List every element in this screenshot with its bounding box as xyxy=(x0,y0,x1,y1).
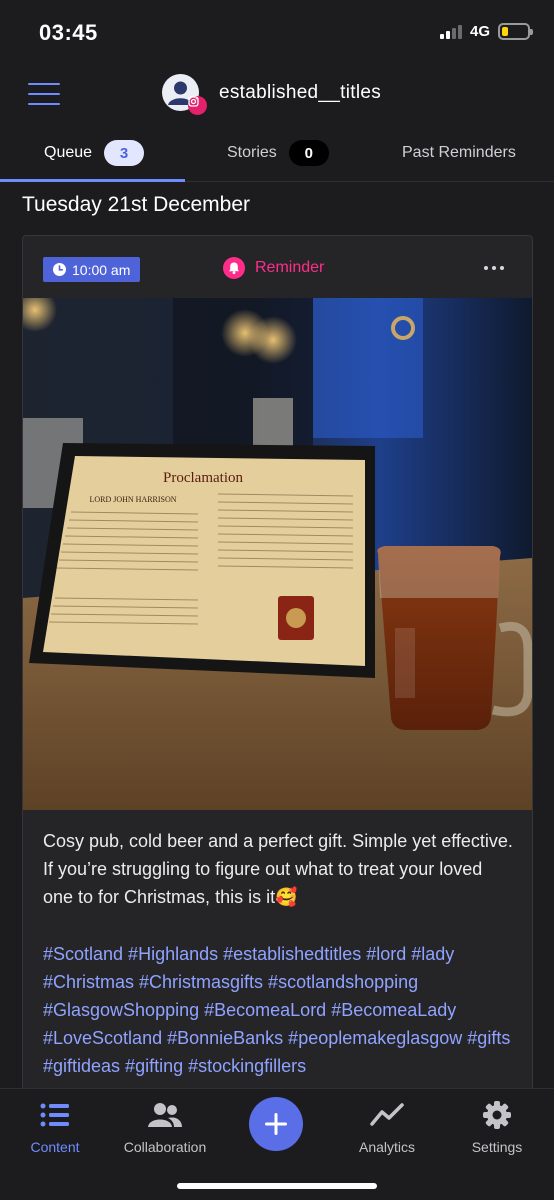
nav-content[interactable]: Content xyxy=(0,1101,110,1155)
network-label: 4G xyxy=(469,23,490,40)
content-tabs: Queue 3 Stories 0 Past Reminders xyxy=(0,124,554,182)
post-card-header: 10:00 am Reminder xyxy=(23,236,532,298)
app-header: established__titles xyxy=(0,64,554,124)
post-image[interactable]: Proclamation LORD JOHN HARRISON xyxy=(23,298,532,810)
hamburger-menu-icon[interactable] xyxy=(28,83,60,105)
post-card[interactable]: 10:00 am Reminder Proclamation LORD JOHN… xyxy=(22,235,533,1115)
nav-settings-label: Settings xyxy=(471,1139,523,1155)
more-options-icon[interactable] xyxy=(484,266,504,270)
tab-queue-label: Queue xyxy=(44,144,93,161)
nav-analytics-label: Analytics xyxy=(358,1139,416,1155)
tab-stories[interactable]: Stories 0 xyxy=(227,124,329,182)
list-icon xyxy=(40,1101,70,1129)
scheduled-time-chip[interactable]: 10:00 am xyxy=(43,257,141,282)
plus-icon xyxy=(265,1113,287,1135)
people-icon xyxy=(148,1101,182,1129)
frame-name: LORD JOHN HARRISON xyxy=(89,495,176,504)
instagram-icon xyxy=(188,96,207,115)
trend-icon xyxy=(370,1101,404,1129)
reminder-label: Reminder xyxy=(223,257,324,279)
reminder-text: Reminder xyxy=(255,259,325,276)
tab-stories-label: Stories xyxy=(227,144,277,161)
nav-analytics[interactable]: Analytics xyxy=(332,1101,442,1155)
clock-icon xyxy=(53,263,66,276)
status-bar: 03:45 4G xyxy=(0,0,554,64)
date-heading: Tuesday 21st December xyxy=(22,193,250,216)
signal-icon xyxy=(439,24,462,39)
bell-icon xyxy=(223,257,245,279)
tab-past-reminders-label: Past Reminders xyxy=(402,144,516,161)
status-time: 03:45 xyxy=(39,20,98,45)
status-indicators: 4G xyxy=(439,23,533,40)
account-switcher[interactable]: established__titles xyxy=(162,74,382,115)
frame-title: Proclamation xyxy=(163,470,243,486)
account-name: established__titles xyxy=(219,81,382,103)
tab-queue[interactable]: Queue 3 xyxy=(44,124,145,182)
gear-icon xyxy=(482,1101,512,1129)
scheduled-time: 10:00 am xyxy=(72,261,131,278)
queue-count-badge: 3 xyxy=(104,140,145,166)
tab-past-reminders[interactable]: Past Reminders xyxy=(402,124,516,182)
home-indicator[interactable] xyxy=(177,1183,377,1189)
nav-settings[interactable]: Settings xyxy=(442,1101,552,1155)
battery-icon xyxy=(498,23,533,40)
post-caption: Cosy pub, cold beer and a perfect gift. … xyxy=(43,831,513,907)
create-post-button[interactable] xyxy=(249,1097,303,1151)
nav-collaboration[interactable]: Collaboration xyxy=(110,1101,220,1155)
stories-count-badge: 0 xyxy=(288,140,329,166)
nav-collaboration-label: Collaboration xyxy=(123,1139,207,1155)
avatar xyxy=(162,74,207,115)
nav-content-label: Content xyxy=(30,1139,80,1155)
active-tab-indicator xyxy=(0,179,185,182)
post-hashtags: #Scotland #Highlands #establishedtitles … xyxy=(43,944,511,1076)
